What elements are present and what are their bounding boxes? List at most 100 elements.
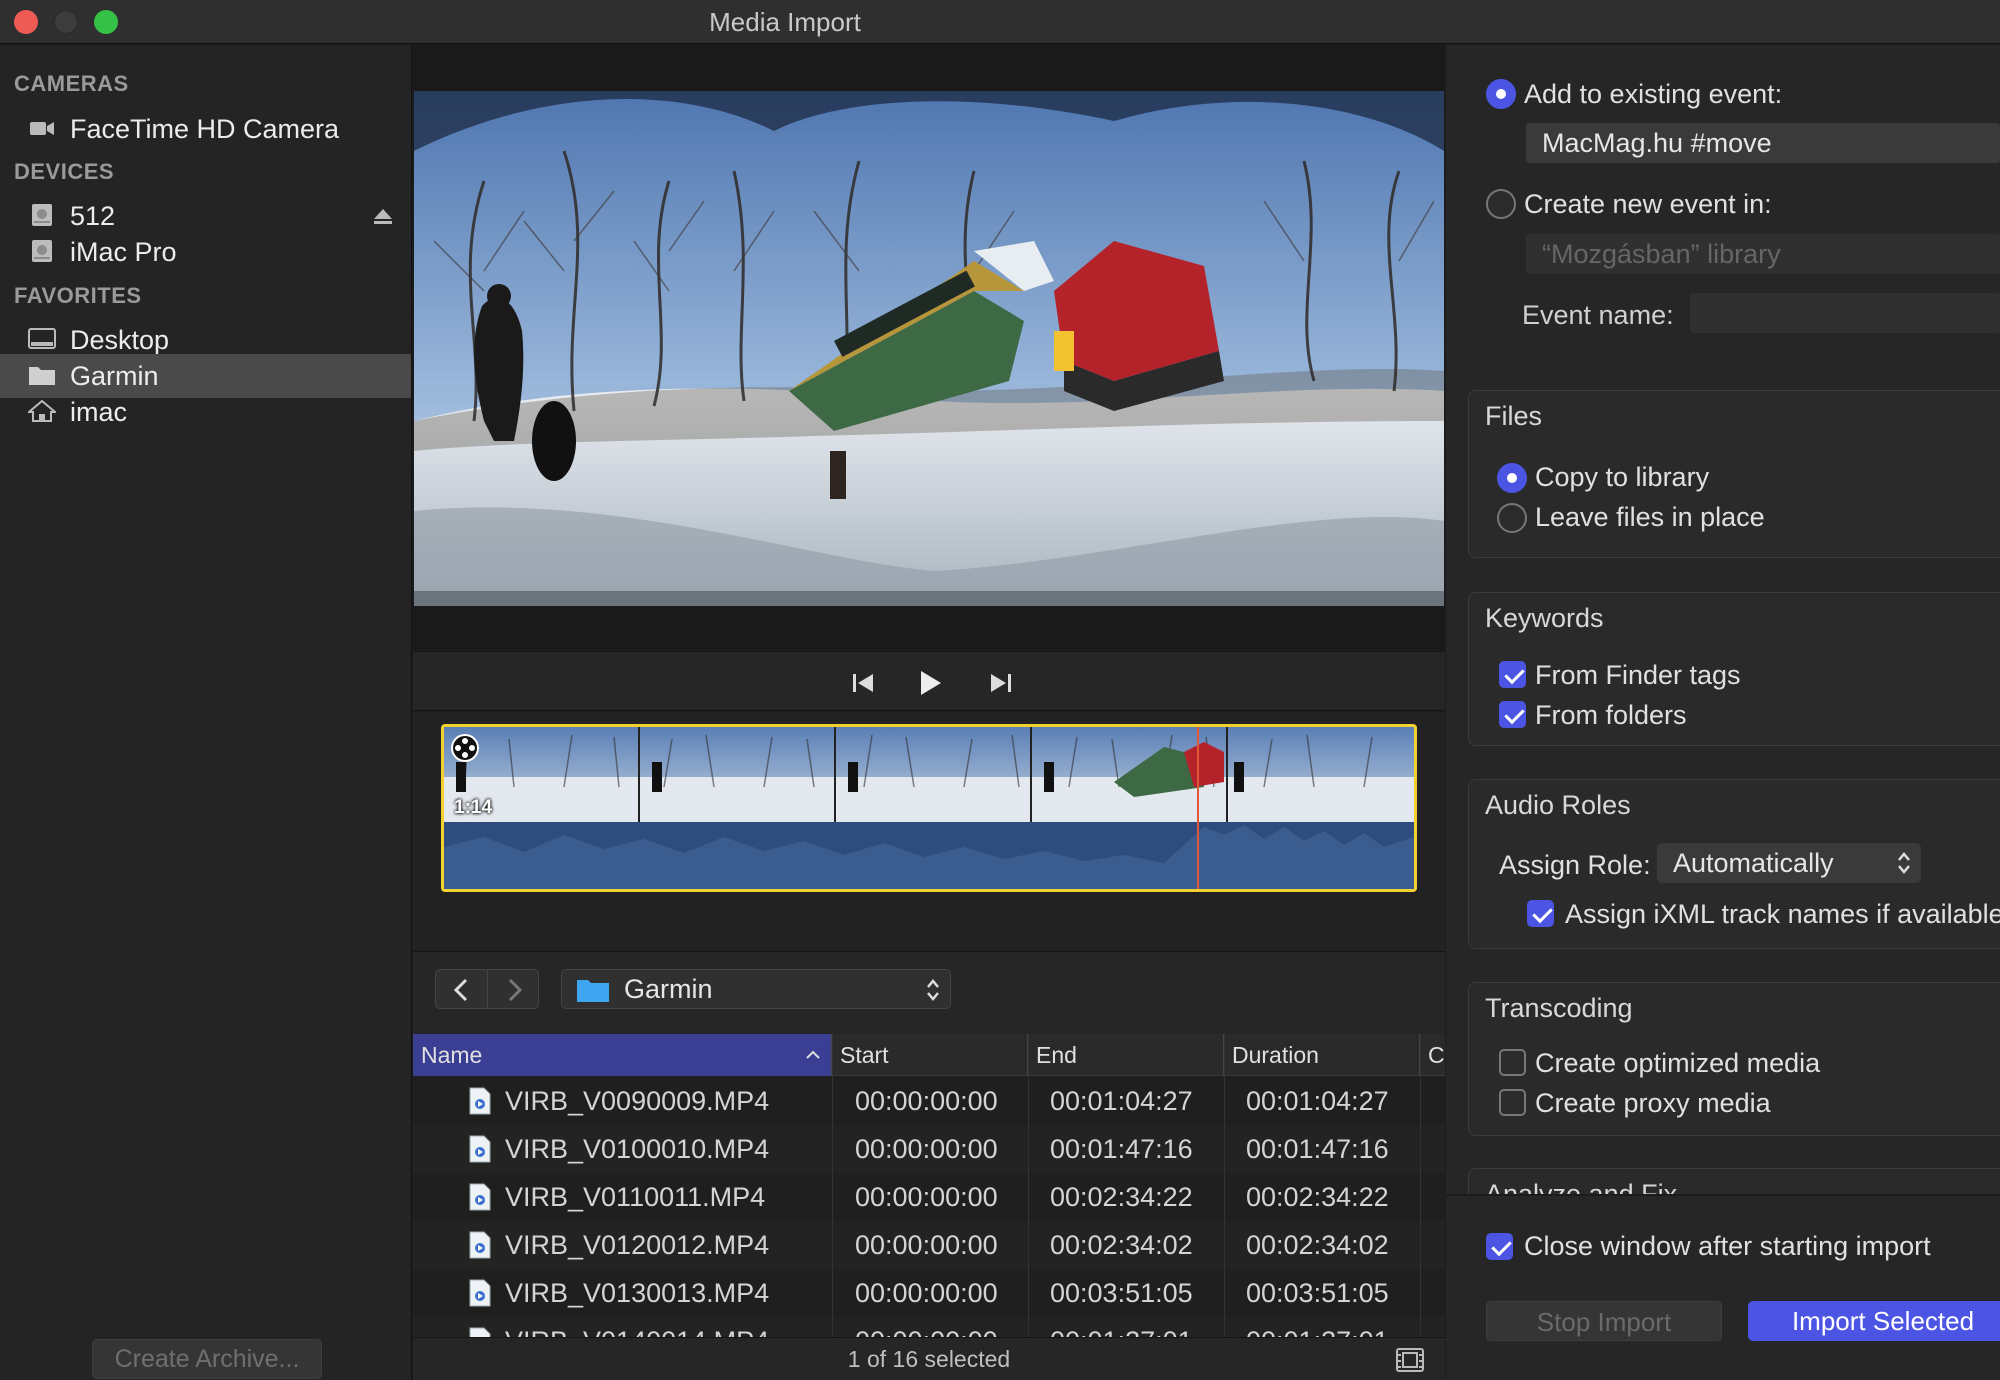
assign-role-value: Automatically xyxy=(1673,848,1834,878)
cell-start: 00:00:00:00 xyxy=(855,1182,998,1212)
home-icon xyxy=(28,400,56,422)
leave-files-in-place-label: Leave files in place xyxy=(1535,502,1765,532)
window-title: Media Import xyxy=(709,7,861,37)
create-new-event-radio[interactable] xyxy=(1486,189,1516,219)
files-group: Files Copy to library Leave files in pla… xyxy=(1468,390,2000,558)
skimmer-playhead[interactable] xyxy=(1197,727,1199,889)
title-bar: Media Import xyxy=(0,0,2000,44)
create-proxy-media-checkbox[interactable] xyxy=(1499,1089,1526,1116)
cell-start: 00:00:00:00 xyxy=(855,1086,998,1116)
table-row[interactable]: VIRB_V0110011.MP4 00:00:00:00 00:02:34:22 0… xyxy=(413,1173,1445,1221)
copy-to-library-label: Copy to library xyxy=(1535,462,1710,492)
sidebar: CAMERAS FaceTime HD Camera DEVICES 512 i… xyxy=(0,45,412,1380)
desktop-icon xyxy=(28,328,56,349)
cell-name: VIRB_V0110011.MP4 xyxy=(505,1182,766,1212)
analyze-group-clip: Analyze and Fix xyxy=(1468,1168,2000,1194)
column-header-name[interactable]: Name xyxy=(413,1034,832,1076)
table-row[interactable]: VIRB_V0100010.MP4 00:00:00:00 00:01:47:16 0… xyxy=(413,1125,1445,1173)
video-file-icon xyxy=(469,1279,491,1307)
copy-to-library-radio[interactable] xyxy=(1497,463,1527,493)
audio-roles-group: Audio Roles Assign Role: Automatically A… xyxy=(1468,779,2000,949)
create-optimized-media-label: Create optimized media xyxy=(1535,1048,1821,1078)
assign-role-label: Assign Role: xyxy=(1499,850,1651,880)
table-row[interactable]: VIRB_V0130013.MP4 00:00:00:00 00:03:51:05 0… xyxy=(413,1269,1445,1317)
close-window-label: Close window after starting import xyxy=(1524,1231,1931,1261)
keywords-group: Keywords From Finder tags From folders xyxy=(1468,592,2000,746)
assign-ixml-label: Assign iXML track names if available xyxy=(1565,899,2000,929)
clip-duration-label: 1:14 xyxy=(454,797,493,818)
viewer xyxy=(413,45,1445,650)
sidebar-item-label: iMac Pro xyxy=(70,237,177,267)
back-button[interactable] xyxy=(435,969,487,1009)
forward-button[interactable] xyxy=(487,969,539,1009)
location-popup[interactable]: Garmin xyxy=(561,969,951,1009)
up-down-arrows-icon xyxy=(927,979,939,1001)
drive-icon xyxy=(32,240,52,262)
sidebar-item-imac[interactable]: imac xyxy=(0,390,411,434)
filmstrip-area: 1:14 xyxy=(413,712,1445,952)
next-clip-button[interactable] xyxy=(983,666,1017,700)
from-folders-checkbox[interactable] xyxy=(1499,701,1526,728)
cell-duration: 00:02:34:02 xyxy=(1246,1230,1389,1260)
column-header-start[interactable]: Start xyxy=(832,1034,1028,1076)
sidebar-item-imac-pro[interactable]: iMac Pro xyxy=(0,230,411,274)
cell-start: 00:00:00:00 xyxy=(855,1134,998,1164)
stop-import-button[interactable]: Stop Import xyxy=(1486,1301,1722,1341)
create-new-event-label: Create new event in: xyxy=(1524,189,1772,219)
chevron-right-icon xyxy=(508,978,523,1002)
video-file-icon xyxy=(469,1183,491,1211)
previous-clip-button[interactable] xyxy=(847,666,881,700)
create-optimized-media-checkbox[interactable] xyxy=(1499,1049,1526,1076)
table-row[interactable]: VIRB_V0120012.MP4 00:00:00:00 00:02:34:02 0… xyxy=(413,1221,1445,1269)
table-row[interactable]: VIRB_V0090009.MP4 00:00:00:00 00:01:04:27 0… xyxy=(413,1077,1445,1125)
eject-icon[interactable] xyxy=(373,206,393,226)
close-window-checkbox[interactable] xyxy=(1486,1233,1513,1260)
status-bar: 1 of 16 selected xyxy=(413,1337,1445,1380)
audio-roles-group-title: Audio Roles xyxy=(1485,790,1631,820)
column-header-label: Name xyxy=(421,1042,483,1068)
analyze-and-fix-group: Analyze and Fix xyxy=(1468,1168,2000,1194)
add-existing-event-label: Add to existing event: xyxy=(1524,79,1783,109)
video-file-icon xyxy=(469,1231,491,1259)
cell-duration: 00:02:34:22 xyxy=(1246,1182,1389,1212)
add-existing-event-radio[interactable] xyxy=(1486,79,1516,109)
create-archive-button[interactable]: Create Archive... xyxy=(92,1339,322,1379)
cell-name: VIRB_V0090009.MP4 xyxy=(505,1086,770,1116)
section-heading-favorites: FAVORITES xyxy=(14,283,142,308)
keywords-group-title: Keywords xyxy=(1485,603,1604,633)
selection-status: 1 of 16 selected xyxy=(847,1346,1011,1372)
cell-name: VIRB_V0120012.MP4 xyxy=(505,1230,770,1260)
clip-preview-image xyxy=(414,91,1444,606)
folder-icon xyxy=(577,980,609,1002)
files-group-title: Files xyxy=(1485,401,1543,431)
filmstrip-view-icon[interactable] xyxy=(1395,1347,1425,1373)
sidebar-item-facetime-camera[interactable]: FaceTime HD Camera xyxy=(0,107,411,151)
assign-ixml-checkbox[interactable] xyxy=(1527,900,1554,927)
leave-files-in-place-radio[interactable] xyxy=(1497,503,1527,533)
table-header: Name Start End Duration C xyxy=(413,1034,1445,1076)
analyze-group-title: Analyze and Fix xyxy=(1485,1179,1678,1194)
column-header-end[interactable]: End xyxy=(1028,1034,1224,1076)
section-heading-cameras: CAMERAS xyxy=(14,71,129,96)
create-proxy-media-label: Create proxy media xyxy=(1535,1088,1771,1118)
cell-duration: 00:01:47:16 xyxy=(1246,1134,1389,1164)
360-video-badge-icon xyxy=(451,734,479,762)
new-event-library-select[interactable]: “Mozgásban” library xyxy=(1526,234,2000,274)
assign-role-popup[interactable]: Automatically xyxy=(1657,843,1921,883)
sort-ascending-icon xyxy=(806,1050,820,1059)
event-name-label: Event name: xyxy=(1522,300,1674,330)
chevron-left-icon xyxy=(453,978,468,1002)
import-selected-button[interactable]: Import Selected xyxy=(1748,1301,2000,1341)
drive-icon xyxy=(32,204,52,226)
cell-duration: 00:01:04:27 xyxy=(1246,1086,1389,1116)
clip-filmstrip[interactable]: 1:14 xyxy=(441,724,1417,892)
section-heading-devices: DEVICES xyxy=(14,159,115,184)
cell-name: VIRB_V0130013.MP4 xyxy=(505,1278,770,1308)
column-header-c[interactable]: C xyxy=(1420,1034,1445,1076)
event-name-field[interactable] xyxy=(1690,293,2000,333)
sidebar-item-label: imac xyxy=(70,397,128,427)
from-finder-tags-checkbox[interactable] xyxy=(1499,661,1526,688)
existing-event-select[interactable]: MacMag.hu #move xyxy=(1526,123,2000,163)
column-header-duration[interactable]: Duration xyxy=(1224,1034,1420,1076)
play-button[interactable] xyxy=(913,666,947,700)
